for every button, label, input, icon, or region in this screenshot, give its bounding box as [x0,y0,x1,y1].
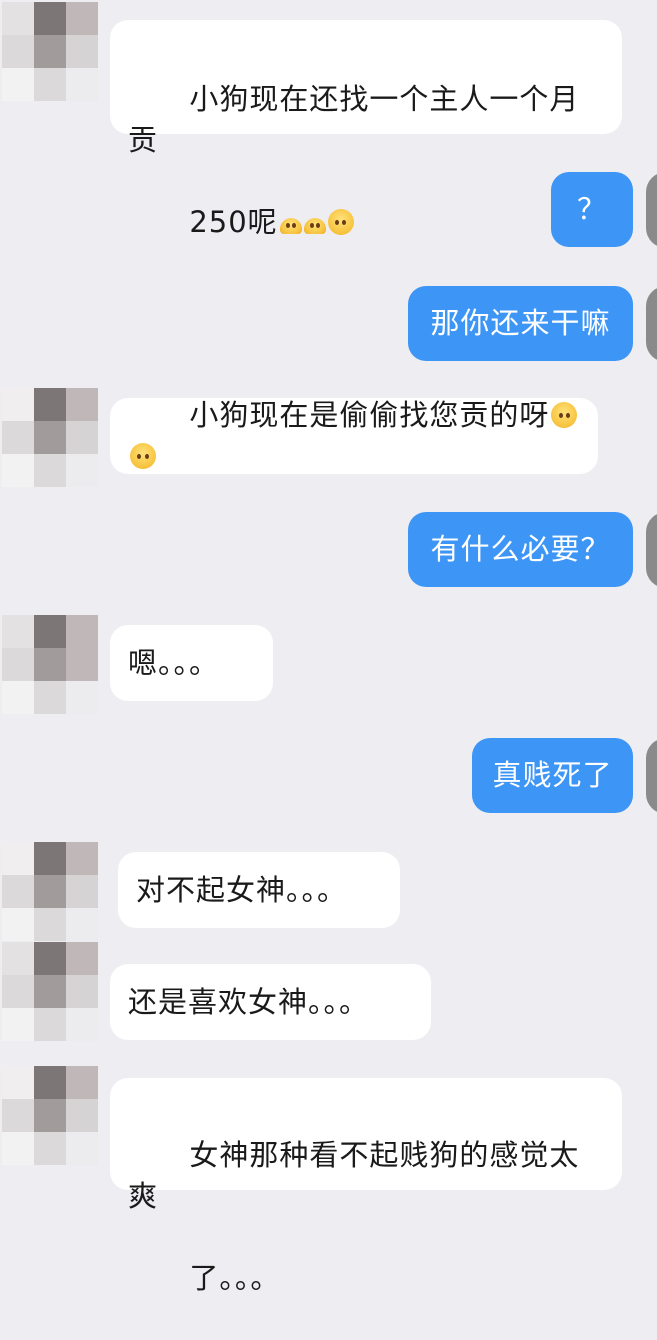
message-text: 对不起女神。。。 [136,872,348,907]
contact-avatar[interactable] [2,1066,98,1165]
message-text: 小狗现在是偷偷找您贡的呀 [189,398,550,432]
message-bubble-outgoing[interactable]: ？ [551,172,633,247]
message-text-line2: 了。。。 [189,1261,281,1295]
user-avatar[interactable] [646,286,657,362]
message-bubble-outgoing[interactable]: 有什么必要？ [408,512,633,587]
message-text-line1: 小狗现在还找一个主人一个月贡 [128,82,580,157]
user-avatar[interactable] [646,738,657,814]
message-bubble-incoming[interactable]: 女神那种看不起贱狗的感觉太爽 了。。。 [110,1078,622,1295]
message-text: 真贱死了 [492,758,613,792]
message-bubble-incoming[interactable]: 对不起女神。。。 [118,852,400,928]
message-bubble-incoming[interactable]: 小狗现在是偷偷找您贡的呀 [110,398,598,474]
message-text: ？ [576,192,607,226]
message-bubble-outgoing[interactable]: 真贱死了 [472,738,633,813]
contact-avatar[interactable] [2,942,98,1041]
message-text: 那你还来干嘛 [430,306,611,340]
contact-avatar[interactable] [2,2,98,101]
message-text: 嗯。。。 [128,645,220,680]
melting-eyes-emoji [279,218,302,234]
contact-avatar[interactable] [2,388,98,487]
message-text: 还是喜欢女神。。。 [128,984,370,1019]
pleading-hands-emoji [551,402,578,428]
pleading-hands-emoji [130,443,156,469]
message-bubble-outgoing[interactable]: 那你还来干嘛 [408,286,633,361]
user-avatar[interactable] [646,172,657,248]
melting-eyes-emoji [303,218,326,234]
contact-avatar[interactable] [2,615,98,714]
message-text-line2: 250呢 [189,205,278,239]
message-bubble-incoming[interactable]: 嗯。。。 [110,625,273,701]
user-avatar[interactable] [646,512,657,588]
message-bubble-incoming[interactable]: 还是喜欢女神。。。 [110,964,431,1040]
pleading-hands-emoji [327,209,354,235]
message-text-line1: 女神那种看不起贱狗的感觉太爽 [128,1138,580,1213]
message-text: 有什么必要？ [430,532,611,566]
message-bubble-incoming[interactable]: 小狗现在还找一个主人一个月贡 250呢 [110,20,622,239]
contact-avatar[interactable] [2,842,98,941]
chat-thread[interactable]: 小狗现在还找一个主人一个月贡 250呢 ？ 那你还来干嘛 小狗现在是偷偷找您贡的… [0,0,657,1295]
